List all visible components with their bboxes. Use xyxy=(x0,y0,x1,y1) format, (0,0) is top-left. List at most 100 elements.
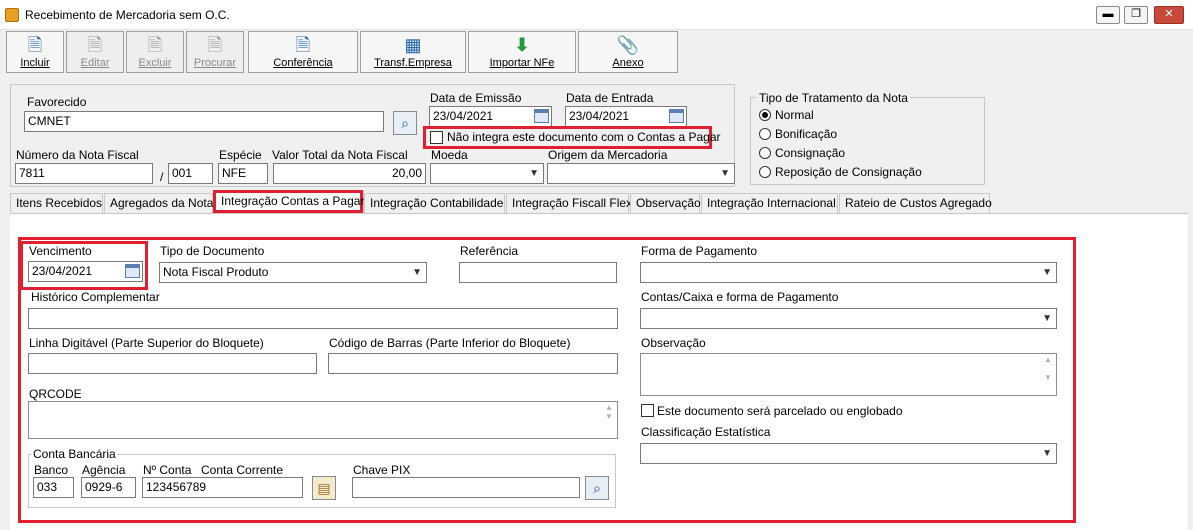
nao-integra-checkbox[interactable] xyxy=(430,131,443,144)
tab-agregados[interactable]: Agregados da Nota xyxy=(104,193,213,213)
radio-normal[interactable] xyxy=(759,109,771,121)
favorecido-input[interactable]: CMNET xyxy=(24,111,384,132)
origem-select[interactable]: ▼ xyxy=(547,163,735,184)
favorecido-search-button[interactable]: ⌕ xyxy=(393,111,417,135)
forma-pagamento-select[interactable]: ▼ xyxy=(640,262,1057,283)
conta-input[interactable]: 123456789 xyxy=(142,477,303,498)
radio-consignacao[interactable] xyxy=(759,147,771,159)
calendar-icon[interactable] xyxy=(669,109,684,123)
calendar-icon[interactable] xyxy=(125,264,140,278)
download-arrow-icon: ⬇ xyxy=(514,35,530,55)
qrcode-label: QRCODE xyxy=(29,387,82,401)
conta-bancaria-label: Conta Bancária xyxy=(32,447,117,461)
app-icon xyxy=(5,8,19,22)
close-button[interactable]: ✕ xyxy=(1154,6,1184,24)
procurar-button[interactable]: 🗎 Procurar xyxy=(186,31,244,73)
classificacao-select[interactable]: ▼ xyxy=(640,443,1057,464)
moeda-select[interactable]: ▼ xyxy=(430,163,544,184)
codigo-barras-label: Código de Barras (Parte Inferior do Bloq… xyxy=(329,336,571,350)
serie-input[interactable]: 001 xyxy=(168,163,213,184)
referencia-label: Referência xyxy=(460,244,519,258)
historico-label: Histórico Complementar xyxy=(31,290,160,304)
radio-reposicao-label: Reposição de Consignação xyxy=(775,165,922,179)
chevron-down-icon: ▼ xyxy=(1042,313,1052,324)
moeda-label: Moeda xyxy=(431,148,468,162)
paperclip-icon: 📎 xyxy=(616,35,640,55)
chave-pix-label: Chave PIX xyxy=(353,463,411,477)
chevron-down-icon: ▼ xyxy=(1042,448,1052,459)
parcelado-label: Este documento será parcelado ou engloba… xyxy=(657,404,903,418)
chevron-down-icon: ▼ xyxy=(720,168,730,179)
serie-slash: / xyxy=(160,170,164,184)
minimize-button[interactable]: ▬ xyxy=(1096,6,1120,24)
incluir-button[interactable]: 🗎 Incluir xyxy=(6,31,64,73)
tipo-documento-select[interactable]: Nota Fiscal Produto ▼ xyxy=(159,262,427,283)
tab-observacao[interactable]: Observação xyxy=(630,193,701,213)
radio-bonificacao-label: Bonificação xyxy=(775,127,838,141)
editar-button[interactable]: 🗎 Editar xyxy=(66,31,124,73)
qrcode-textarea[interactable]: ▲ ▼ xyxy=(28,401,618,439)
qrcode-scrollbar[interactable]: ▲ ▼ xyxy=(602,403,616,437)
data-entrada-label: Data de Entrada xyxy=(566,91,654,105)
tab-integracao-fiscall-flex[interactable]: Integração Fiscall Flex xyxy=(506,193,632,213)
radio-consignacao-label: Consignação xyxy=(775,146,846,160)
excluir-button[interactable]: 🗎 Excluir xyxy=(126,31,184,73)
contas-caixa-label: Contas/Caixa e forma de Pagamento xyxy=(641,290,839,304)
data-emissao-label: Data de Emissão xyxy=(430,91,522,105)
radio-reposicao[interactable] xyxy=(759,166,771,178)
conta-corrente-label: Conta Corrente xyxy=(201,463,284,477)
especie-input[interactable]: NFE xyxy=(218,163,268,184)
favorecido-label: Favorecido xyxy=(27,95,87,109)
observacao-label: Observação xyxy=(641,336,706,350)
codigo-barras-input[interactable] xyxy=(328,353,618,374)
radio-bonificacao[interactable] xyxy=(759,128,771,140)
vencimento-input[interactable]: 23/04/2021 xyxy=(28,261,143,282)
conta-lookup-button[interactable]: ▤ xyxy=(312,476,336,500)
linha-digitavel-input[interactable] xyxy=(28,353,317,374)
observacao-scrollbar[interactable]: ▲ ▼ xyxy=(1041,355,1055,394)
forma-pagamento-label: Forma de Pagamento xyxy=(641,244,758,258)
building-icon: ▦ xyxy=(404,35,422,55)
parcelado-checkbox[interactable] xyxy=(641,404,654,417)
especie-label: Espécie xyxy=(219,148,262,162)
vencimento-label: Vencimento xyxy=(29,244,92,258)
conferencia-button[interactable]: 🗎 Conferência xyxy=(248,31,358,73)
chevron-down-icon: ▼ xyxy=(412,267,422,278)
data-entrada-input[interactable]: 23/04/2021 xyxy=(565,106,687,127)
numero-nf-input[interactable]: 7811 xyxy=(15,163,153,184)
tipo-documento-label: Tipo de Documento xyxy=(160,244,265,258)
tab-integracao-contabilidade[interactable]: Integração Contabilidade xyxy=(364,193,505,213)
tab-integracao-internacional[interactable]: Integração Internacional xyxy=(701,193,838,213)
transf-empresa-button[interactable]: ▦ Transf.Empresa xyxy=(360,31,466,73)
anexo-button[interactable]: 📎 Anexo xyxy=(578,31,678,73)
banco-input[interactable]: 033 xyxy=(33,477,74,498)
tab-rateio-custos[interactable]: Rateio de Custos Agregado xyxy=(839,193,992,213)
observacao-textarea[interactable]: ▲ ▼ xyxy=(640,353,1057,396)
nao-integra-label: Não integra este documento com o Contas … xyxy=(447,130,721,144)
numero-nf-label: Número da Nota Fiscal xyxy=(16,148,139,162)
calendar-icon[interactable] xyxy=(534,109,549,123)
search-icon: ⌕ xyxy=(593,480,601,496)
radio-normal-label: Normal xyxy=(775,108,814,122)
data-emissao-input[interactable]: 23/04/2021 xyxy=(429,106,552,127)
contas-caixa-select[interactable]: ▼ xyxy=(640,308,1057,329)
new-document-icon: 🗎 xyxy=(27,35,43,55)
valor-total-input[interactable]: 20,00 xyxy=(273,163,426,184)
historico-input[interactable] xyxy=(28,308,618,329)
agencia-input[interactable]: 0929-6 xyxy=(81,477,136,498)
importar-nfe-button[interactable]: ⬇ Importar NFe xyxy=(468,31,576,73)
chave-pix-search-button[interactable]: ⌕ xyxy=(585,476,609,500)
valor-total-label: Valor Total da Nota Fiscal xyxy=(272,148,408,162)
edit-document-icon: 🗎 xyxy=(87,35,103,55)
chevron-down-icon: ▼ xyxy=(529,168,539,179)
referencia-input[interactable] xyxy=(459,262,617,283)
agencia-label: Agência xyxy=(82,463,126,477)
banco-label: Banco xyxy=(34,463,69,477)
chave-pix-input[interactable] xyxy=(352,477,580,498)
classificacao-label: Classificação Estatística xyxy=(641,425,771,439)
document-magnifier-icon: 🗎 xyxy=(295,35,311,55)
search-document-icon: 🗎 xyxy=(207,35,223,55)
chevron-down-icon: ▼ xyxy=(1042,267,1052,278)
tab-itens-recebidos[interactable]: Itens Recebidos xyxy=(10,193,103,213)
restore-button[interactable]: ❐ xyxy=(1124,6,1148,24)
